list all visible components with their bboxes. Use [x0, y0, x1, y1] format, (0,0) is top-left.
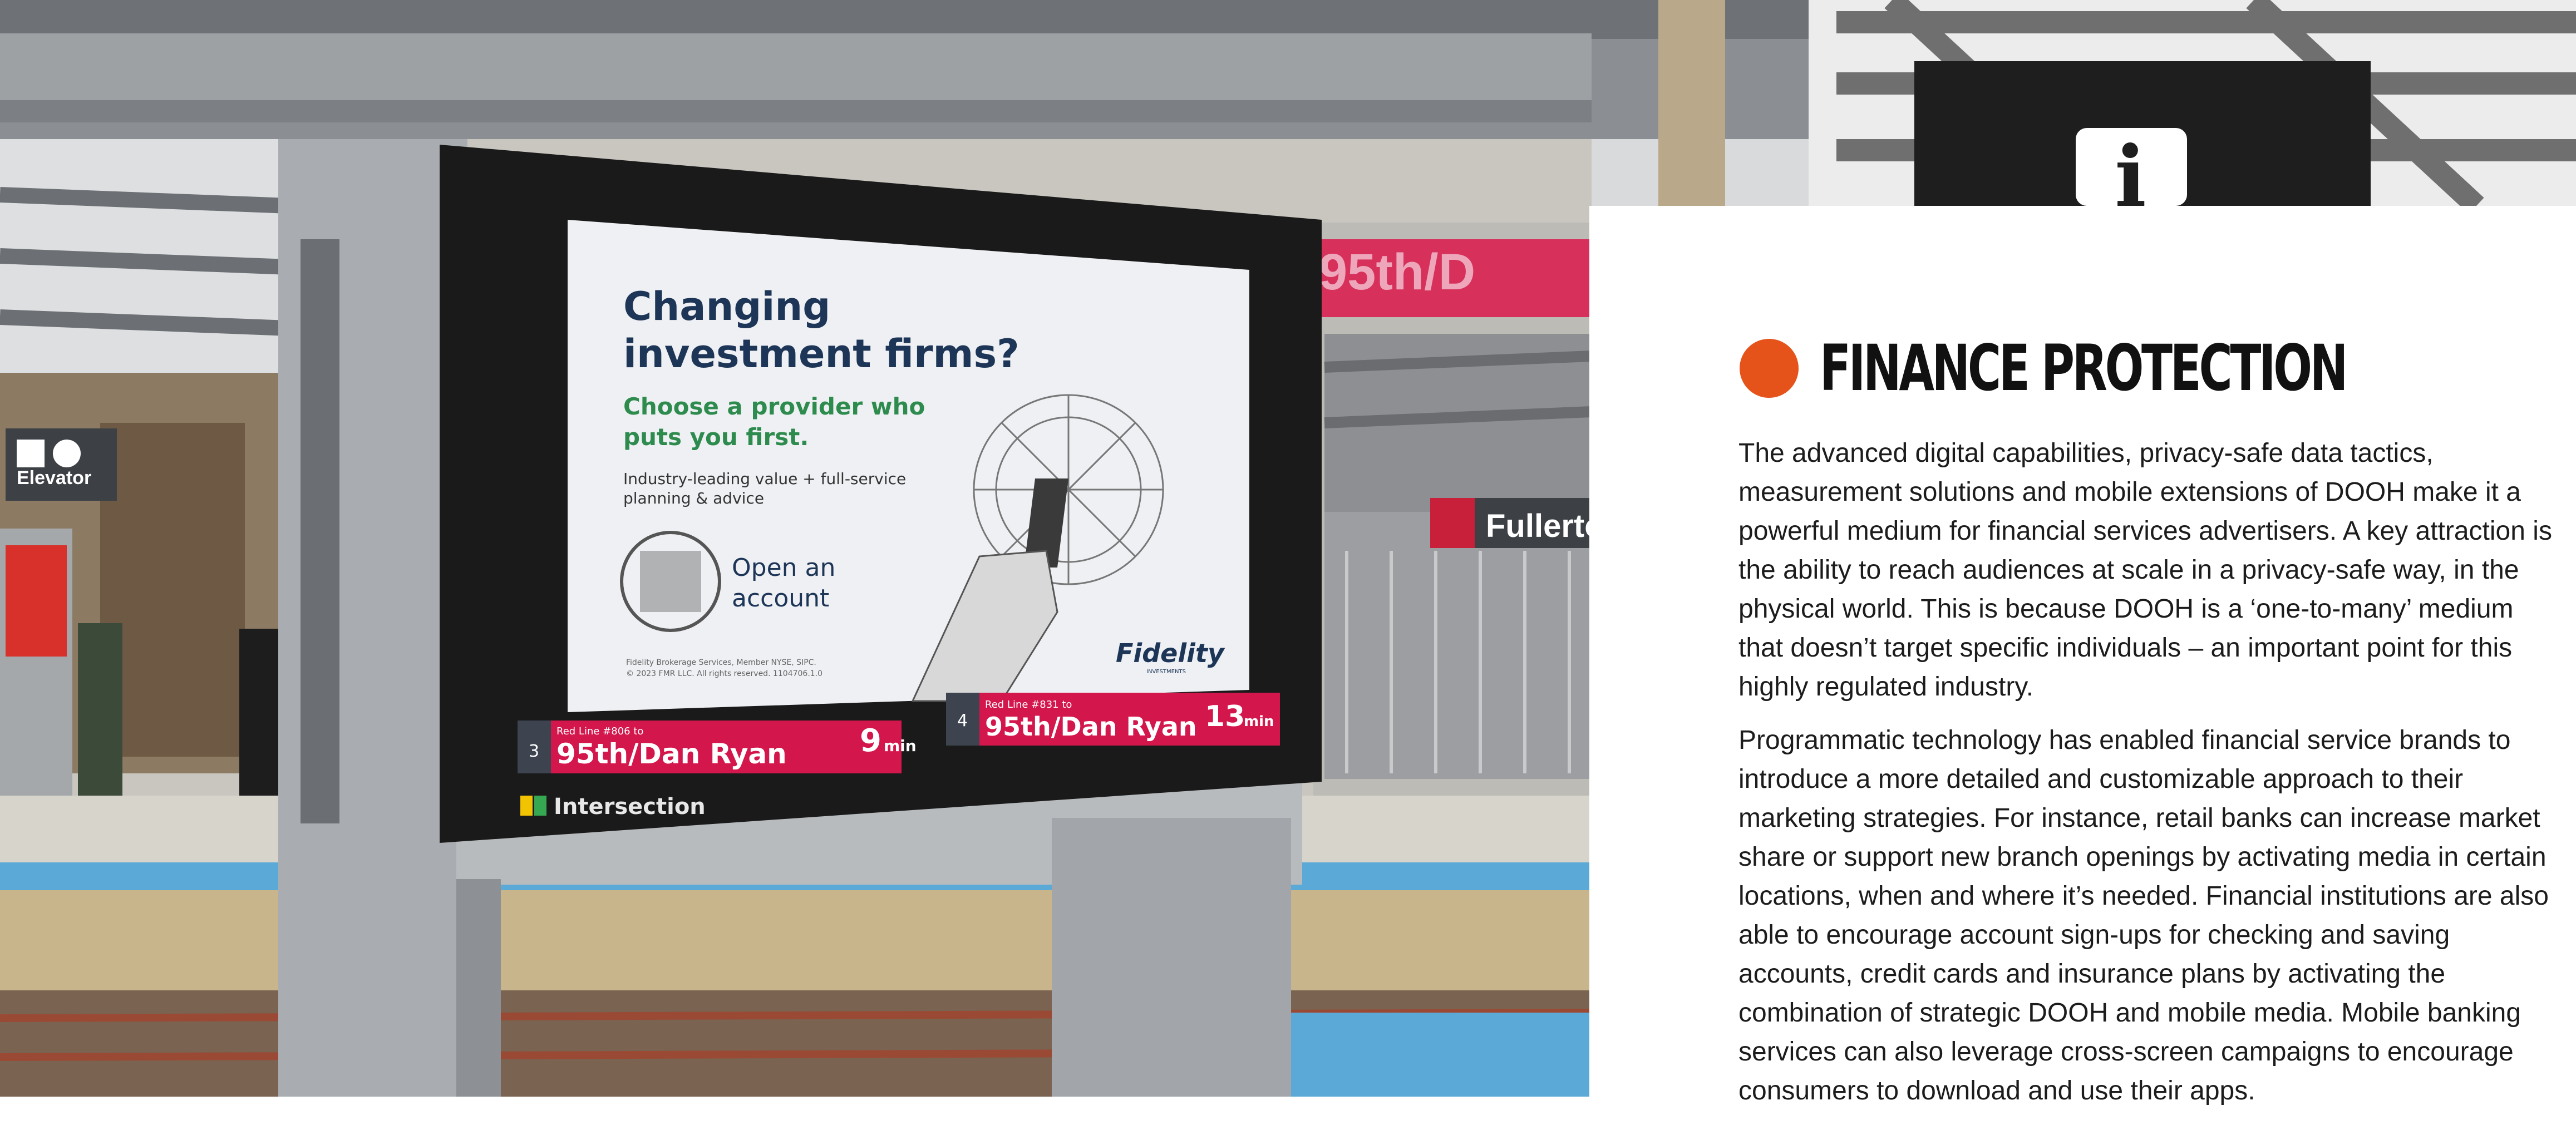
ad-cta-line1: Open an [732, 554, 835, 582]
arrival-1-unit: min [884, 737, 917, 755]
intersection-logo-icon [520, 796, 533, 816]
platform-banner: 95th/D [1319, 244, 1475, 300]
arrival-2-line: Red Line #831 to [985, 699, 1072, 710]
section-title: FINANCE PROTECTION [1820, 331, 2348, 405]
text-panel: FINANCE PROTECTION The advanced digital … [1589, 206, 2576, 1106]
arrival-2-minutes: 13 [1205, 700, 1245, 733]
paragraph-2: Programmatic technology has enabled fina… [1738, 726, 2549, 1106]
ad-headline-line1: Changing [623, 284, 830, 329]
arrival-1-slot: 3 [529, 742, 539, 761]
fidelity-logo-sub: INVESTMENTS [1146, 669, 1186, 675]
arrival-1-line: Red Line #806 to [556, 726, 643, 737]
ad-subhead-line1: Choose a provider who [623, 393, 925, 420]
ad-subhead-line2: puts you first. [623, 423, 809, 451]
ad-body-line2: planning & advice [623, 489, 764, 507]
ad-headline-line2: investment firms? [623, 331, 1019, 377]
elevator-sign: Elevator [17, 467, 91, 489]
paragraph-1: The advanced digital capabilities, priva… [1738, 438, 2552, 702]
arrival-2-slot: 4 [957, 711, 968, 731]
fidelity-logo: Fidelity [1116, 638, 1225, 668]
bullet-dot-icon [1740, 338, 1799, 398]
arrival-2-unit: min [1244, 713, 1274, 730]
ad-legal-line1: Fidelity Brokerage Services, Member NYSE… [626, 658, 816, 667]
section-body: The advanced digital capabilities, priva… [1738, 434, 2557, 1125]
intersection-brand: Intersection [554, 794, 706, 820]
ad-legal-line2: © 2023 FMR LLC. All rights reserved. 110… [626, 669, 822, 678]
arrival-1-destination: 95th/Dan Ryan [556, 738, 787, 770]
arrival-2-destination: 95th/Dan Ryan [985, 712, 1197, 742]
ad-cta-line2: account [732, 584, 829, 613]
ad-body-line1: Industry-leading value + full-service [623, 470, 906, 488]
section-heading: FINANCE PROTECTION [1740, 331, 2550, 405]
arrival-1-minutes: 9 [860, 723, 881, 759]
